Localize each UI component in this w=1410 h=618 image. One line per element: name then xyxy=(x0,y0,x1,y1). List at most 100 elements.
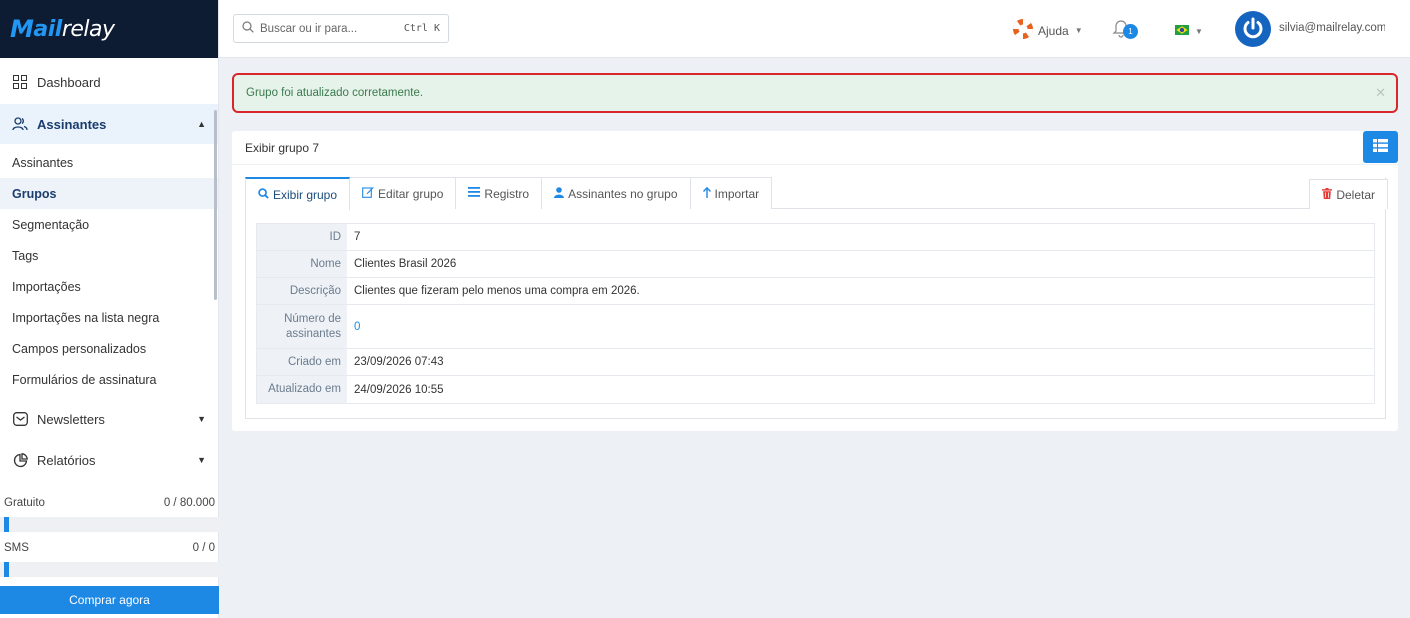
detail-value: 23/09/2026 07:43 xyxy=(354,356,444,368)
tab-edit-group[interactable]: Editar grupo xyxy=(349,177,457,209)
caret-down-icon: ▼ xyxy=(1074,26,1083,35)
edit-icon xyxy=(362,186,374,201)
detail-row-name: Nome Clientes Brasil 2026 xyxy=(257,251,1374,278)
detail-value: 24/09/2026 10:55 xyxy=(354,383,444,396)
alert-message: Grupo foi atualizado corretamente. xyxy=(246,87,424,99)
usage-sms-value: 0 / 0 xyxy=(192,542,215,554)
sidebar-item-subscribers[interactable]: Assinantes xyxy=(0,147,218,178)
list-view-button[interactable] xyxy=(1363,131,1398,163)
usage-sms-fill xyxy=(4,562,9,577)
sidebar-item-custom-fields[interactable]: Campos personalizados xyxy=(0,333,218,364)
user-icon xyxy=(554,186,565,201)
usage-sms: SMS 0 / 0 xyxy=(0,540,219,577)
nav-reports-label: Relatórios xyxy=(37,452,96,468)
delete-button[interactable]: Deletar xyxy=(1309,179,1388,209)
panel-title: Exibir grupo 7 xyxy=(232,131,1398,165)
arrow-up-icon xyxy=(702,186,711,201)
tab-view-group[interactable]: Exibir grupo xyxy=(245,177,351,210)
detail-key: Criado em xyxy=(257,349,347,375)
tab-edit-group-label: Editar grupo xyxy=(378,186,444,201)
sidebar-scrollbar[interactable] xyxy=(214,110,217,300)
detail-row-updated: Atualizado em 24/09/2026 10:55 xyxy=(257,376,1374,403)
detail-value: Clientes Brasil 2026 xyxy=(354,258,457,270)
sidebar-item-segmentation[interactable]: Segmentação xyxy=(0,209,218,240)
detail-row-created: Criado em 23/09/2026 07:43 xyxy=(257,349,1374,376)
caret-down-icon: ▼ xyxy=(197,414,206,424)
close-icon[interactable]: ✕ xyxy=(1375,85,1386,101)
search-placeholder: Buscar ou ir para... xyxy=(260,22,358,35)
success-alert: Grupo foi atualizado corretamente. ✕ xyxy=(232,73,1398,113)
tab-import-label: Importar xyxy=(714,186,760,201)
detail-row-id: ID 7 xyxy=(257,224,1374,251)
tab-view-group-label: Exibir grupo xyxy=(273,187,338,202)
search-shortcut: Ctrl K xyxy=(403,23,440,34)
caret-down-icon: ▼ xyxy=(1195,26,1203,36)
caret-down-icon: ▼ xyxy=(197,455,206,465)
bars-icon xyxy=(468,187,481,200)
sidebar-item-tags[interactable]: Tags xyxy=(0,240,218,271)
tab-log[interactable]: Registro xyxy=(455,177,543,209)
search-icon xyxy=(242,21,254,36)
search-input[interactable]: Buscar ou ir para... Ctrl K xyxy=(233,14,449,43)
detail-row-description: Descrição Clientes que fizeram pelo meno… xyxy=(257,278,1374,305)
detail-value: 7 xyxy=(354,231,361,243)
tab-bar: Exibir grupo Editar grupo Registro Assin… xyxy=(245,177,1388,210)
pie-chart-icon xyxy=(12,452,28,468)
power-icon xyxy=(1241,16,1265,43)
detail-key: Atualizado em xyxy=(257,376,347,403)
detail-key: Descrição xyxy=(257,278,347,304)
notifications-badge: 1 xyxy=(1123,24,1138,39)
sidebar-item-signup-forms[interactable]: Formulários de assinatura xyxy=(0,364,218,395)
list-icon xyxy=(1373,139,1388,155)
nav-newsletters-label: Newsletters xyxy=(37,411,105,427)
usage-free-fill xyxy=(4,517,9,532)
notifications-button[interactable]: 1 xyxy=(1112,18,1138,41)
mailrelay-logo[interactable]: Mail relay xyxy=(10,15,115,43)
usage-sms-label: SMS xyxy=(4,542,29,554)
tab-import[interactable]: Importar xyxy=(689,177,773,209)
detail-key: Número de assinantes xyxy=(257,305,347,348)
detail-key: Nome xyxy=(257,251,347,277)
usage-sms-bar xyxy=(0,562,219,577)
user-email[interactable]: silvia@mailrelay.com xyxy=(1279,22,1385,34)
sidebar: Mail relay Dashboard Assinantes ▲ Assinan… xyxy=(0,0,219,618)
usage-free-value: 0 / 80.000 xyxy=(163,497,215,509)
usage-free-label: Gratuito xyxy=(4,497,45,509)
avatar[interactable] xyxy=(1235,11,1271,47)
usage-free-bar xyxy=(0,517,219,532)
tab-group-subscribers[interactable]: Assinantes no grupo xyxy=(541,177,691,209)
tabs-container: Exibir grupo Editar grupo Registro Assin… xyxy=(245,177,1388,419)
nav-newsletters[interactable]: Newsletters ▼ xyxy=(0,397,218,441)
group-panel: Exibir grupo 7 Exibir grupo Editar grupo xyxy=(232,131,1398,431)
grid-icon xyxy=(12,74,28,90)
topbar: Buscar ou ir para... Ctrl K Ajuda ▼ 1 ▼ … xyxy=(219,0,1410,58)
language-selector[interactable]: ▼ xyxy=(1175,24,1203,38)
sidebar-item-blacklist-imports[interactable]: Importações na lista negra xyxy=(0,302,218,333)
detail-row-subscriber-count: Número de assinantes 0 xyxy=(257,305,1374,349)
logo-relay: relay xyxy=(61,16,115,42)
logo-bar: Mail relay xyxy=(0,0,218,58)
subscriber-count-link[interactable]: 0 xyxy=(347,305,1374,348)
caret-up-icon: ▲ xyxy=(197,119,206,129)
nav-reports[interactable]: Relatórios ▼ xyxy=(0,438,218,482)
brazil-flag-icon xyxy=(1175,24,1189,38)
envelope-icon xyxy=(12,411,28,427)
nav-dashboard[interactable]: Dashboard xyxy=(0,60,218,104)
delete-label: Deletar xyxy=(1336,187,1375,202)
users-icon xyxy=(12,116,28,132)
usage-free: Gratuito 0 / 80.000 xyxy=(0,495,219,532)
help-label: Ajuda xyxy=(1038,23,1069,38)
search-icon xyxy=(258,187,269,202)
nav-dashboard-label: Dashboard xyxy=(37,74,101,90)
logo-m: M xyxy=(10,15,34,43)
sidebar-item-imports[interactable]: Importações xyxy=(0,271,218,302)
logo-ail: ail xyxy=(33,16,62,42)
nav-subscribers[interactable]: Assinantes ▲ xyxy=(0,104,218,144)
lifebuoy-icon xyxy=(1012,18,1034,43)
sidebar-item-groups[interactable]: Grupos xyxy=(0,178,218,209)
detail-value: Clientes que fizeram pelo menos uma comp… xyxy=(354,285,640,297)
trash-icon xyxy=(1322,187,1333,202)
tab-log-label: Registro xyxy=(484,186,530,201)
help-menu[interactable]: Ajuda ▼ xyxy=(1012,18,1083,43)
buy-now-button[interactable]: Comprar agora xyxy=(0,586,219,614)
